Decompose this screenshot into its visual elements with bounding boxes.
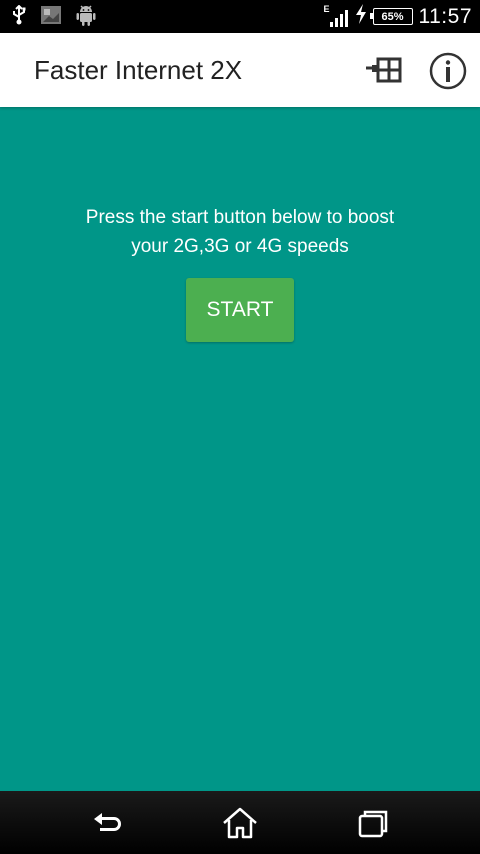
charging-icon bbox=[355, 4, 367, 29]
back-icon bbox=[88, 813, 128, 845]
grid-button[interactable] bbox=[364, 57, 404, 85]
screen: E 65% 11:57 Faster Internet 2X Press the… bbox=[0, 0, 480, 854]
android-icon bbox=[76, 4, 96, 31]
app-bar: Faster Internet 2X bbox=[0, 33, 480, 107]
grid-icon bbox=[364, 57, 404, 89]
recent-apps-button[interactable] bbox=[352, 805, 392, 841]
home-icon bbox=[220, 807, 260, 845]
home-button[interactable] bbox=[220, 805, 260, 841]
battery-percent: 65% bbox=[381, 10, 404, 23]
navigation-bar bbox=[0, 791, 480, 854]
battery-icon: 65% bbox=[369, 8, 413, 25]
instruction-line-2: your 2G,3G or 4G speeds bbox=[131, 236, 349, 257]
instruction-text: Press the start button below to boost yo… bbox=[0, 203, 480, 261]
app-title: Faster Internet 2X bbox=[34, 55, 243, 85]
instruction-line-1: Press the start button below to boost bbox=[85, 207, 395, 228]
start-button[interactable]: START bbox=[186, 278, 294, 342]
info-icon bbox=[428, 52, 468, 95]
recent-apps-icon bbox=[352, 810, 392, 845]
status-clock: 11:57 bbox=[418, 4, 472, 28]
status-bar: E 65% 11:57 bbox=[0, 0, 480, 33]
info-button[interactable] bbox=[428, 51, 468, 91]
back-button[interactable] bbox=[88, 805, 128, 841]
signal-icon: E bbox=[324, 4, 349, 28]
image-icon bbox=[40, 5, 62, 30]
usb-icon bbox=[12, 4, 26, 30]
status-system: E 65% 11:57 bbox=[324, 3, 473, 30]
main-content: Press the start button below to boost yo… bbox=[0, 107, 480, 791]
status-notifications bbox=[12, 4, 96, 31]
